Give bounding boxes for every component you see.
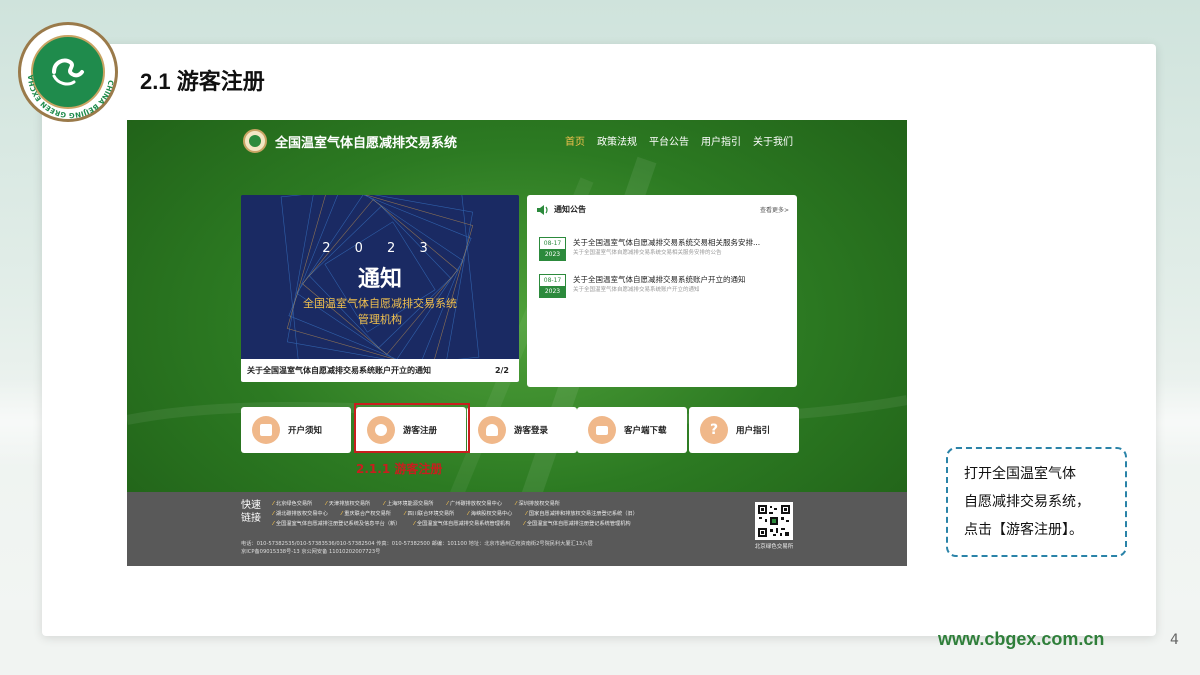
banner-heading: 通知 [357, 267, 402, 292]
nav-about[interactable]: 关于我们 [753, 133, 793, 148]
logo-ring-text: CHINA BEIJING GREEN EXCHANGE [21, 25, 115, 119]
footer-link[interactable]: ⁄ 上海环境能源交易所 [384, 501, 440, 507]
news-banner[interactable]: 2 0 2 3 通知 全国温室气体自愿减排交易系统 管理机构 关于全国温室气体自… [241, 195, 519, 382]
guest-login-button[interactable]: 游客登录 [467, 407, 577, 453]
notice-date: 08-17 2023 [539, 274, 566, 298]
highlight-box [354, 403, 470, 453]
notice-panel: 通知公告 查看更多> 08-17 2023 关于全国温室气体自愿减排交易系统交易… [527, 195, 797, 387]
site-title[interactable]: 全国温室气体自愿减排交易系统 [275, 132, 457, 151]
qr-code-icon [755, 502, 793, 540]
client-download-button[interactable]: 客户端下载 [577, 407, 687, 453]
notice-date: 08-17 2023 [539, 237, 566, 261]
website-url: www.cbgex.com.cn [938, 629, 1105, 649]
banner-caption[interactable]: 关于全国温室气体自愿减排交易系统账户开立的通知 2/2 [241, 359, 519, 382]
button-label: 用户指引 [736, 426, 771, 436]
notice-item[interactable]: 08-17 2023 关于全国温室气体自愿减排交易系统账户开立的通知 关于全国温… [539, 274, 789, 298]
notice-title: 通知公告 [554, 205, 586, 214]
footer-link[interactable]: ⁄ 湖北碳排放权交易中心 [273, 511, 334, 517]
footer-link[interactable]: ⁄ 全国温室气体自愿减排交易系统管理机构 [414, 521, 516, 527]
callout-line: 点击【游客注册】。 [964, 522, 1083, 538]
logo-ring-icon: CHINA BEIJING GREEN EXCHANGE [21, 25, 115, 119]
user-guide-button[interactable]: ? 用户指引 [689, 407, 799, 453]
footer-link[interactable]: ⁄ 重庆联合产权交易所 [341, 511, 397, 517]
footer-link[interactable]: ⁄ 广州碳排放权交易中心 [447, 501, 508, 507]
page-number: 4 [1170, 632, 1179, 648]
site-footer: 快速链接 ⁄ 北京绿色交易所 ⁄ 天津排放权交易所 ⁄ 上海环境能源交易所 ⁄ 广州碳排… [127, 492, 907, 566]
footer-links-row: ⁄ 北京绿色交易所 ⁄ 天津排放权交易所 ⁄ 上海环境能源交易所 ⁄ 广州碳排放权交易中… [273, 499, 753, 509]
notice-header: 通知公告 查看更多> [537, 204, 789, 215]
qr-label: 北京绿色交易所 [754, 544, 794, 550]
site-logo-icon[interactable] [243, 129, 267, 153]
button-label: 客户端下载 [624, 426, 667, 436]
callout-line: 自愿减排交易系统， [964, 494, 1090, 510]
footer-link[interactable]: ⁄ 深圳排放权交易所 [516, 501, 566, 507]
notice-item-title: 关于全国温室气体自愿减排交易系统账户开立的通知 [573, 275, 746, 284]
footer-links: ⁄ 北京绿色交易所 ⁄ 天津排放权交易所 ⁄ 上海环境能源交易所 ⁄ 广州碳排放权交易中… [273, 499, 753, 529]
footer-link[interactable]: ⁄ 四川联合环境交易所 [405, 511, 461, 517]
page-title: 2.1 游客注册 [140, 69, 265, 94]
button-label: 开户须知 [288, 426, 323, 436]
banner-year: 2 0 2 3 [322, 241, 438, 256]
monitor-icon [588, 416, 616, 444]
banner-subtitle: 全国温室气体自愿减排交易系统 [303, 297, 457, 310]
nav-announcements[interactable]: 平台公告 [649, 133, 689, 148]
notice-item[interactable]: 08-17 2023 关于全国温室气体自愿减排交易系统交易相关服务安排... 关… [539, 237, 789, 261]
notice-item-title: 关于全国温室气体自愿减排交易系统交易相关服务安排... [573, 238, 761, 247]
nav-policy[interactable]: 政策法规 [597, 133, 637, 148]
notice-more-link[interactable]: 查看更多> [760, 205, 789, 214]
notice-date-md: 08-17 [543, 277, 562, 284]
footer-links-row: ⁄ 湖北碳排放权交易中心 ⁄ 重庆联合产权交易所 ⁄ 四川联合环境交易所 ⁄ 海峡股权交… [273, 509, 753, 519]
nav-user-guide[interactable]: 用户指引 [701, 133, 741, 148]
notice-date-md: 08-17 [543, 240, 562, 247]
site-nav: 首页 政策法规 平台公告 用户指引 关于我们 [565, 133, 793, 148]
question-icon: ? [700, 416, 728, 444]
notice-item-summary: 关于全国温室气体自愿减排交易系统账户开立的通知 [573, 287, 700, 293]
footer-link[interactable]: ⁄ 国家自愿减排和排放权交易注册登记系统（旧） [526, 511, 644, 517]
nav-home[interactable]: 首页 [565, 133, 585, 148]
speaker-icon [537, 204, 548, 215]
svg-text:CHINA BEIJING GREEN EXCHANGE: CHINA BEIJING GREEN EXCHANGE [21, 25, 115, 119]
exchange-logo: CHINA BEIJING GREEN EXCHANGE [18, 22, 118, 122]
banner-caption-text: 关于全国温室气体自愿减排交易系统账户开立的通知 [247, 366, 431, 375]
footer-quick-links-title: 快速链接 [241, 500, 261, 524]
notice-date-year: 2023 [540, 286, 565, 297]
account-notice-button[interactable]: 开户须知 [241, 407, 351, 453]
footer-contact-line: 电话：010-57382535/010-57383536/010-5738250… [241, 541, 593, 547]
footer-link[interactable]: ⁄ 全国温室气体自愿减排注册登记系统及信息平台（新） [273, 521, 406, 527]
footer-link[interactable]: ⁄ 海峡股权交易中心 [468, 511, 518, 517]
document-icon [252, 416, 280, 444]
callout-line: 打开全国温室气体 [964, 466, 1076, 482]
footer-icp: 京ICP备09015338号-13 京公网安备 11010202007723号 [241, 549, 381, 555]
notice-title-wrap: 通知公告 [537, 204, 586, 215]
footer-contact: 电话：010-57382535/010-57383536/010-5738250… [241, 540, 761, 556]
footer-link[interactable]: ⁄ 全国温室气体自愿减排注册登记系统管理机构 [524, 521, 637, 527]
footer-links-row: ⁄ 全国温室气体自愿减排注册登记系统及信息平台（新） ⁄ 全国温室气体自愿减排交易系… [273, 519, 753, 529]
highlight-label: 2.1.1 游客注册 [356, 462, 443, 476]
footer-link[interactable]: ⁄ 天津排放权交易所 [326, 501, 376, 507]
button-label: 游客登录 [514, 426, 549, 436]
notice-date-year: 2023 [540, 249, 565, 260]
instruction-callout: 打开全国温室气体 自愿减排交易系统， 点击【游客注册】。 [946, 447, 1127, 557]
footer-link[interactable]: ⁄ 北京绿色交易所 [273, 501, 318, 507]
website-screenshot: 全国温室气体自愿减排交易系统 首页 政策法规 平台公告 用户指引 关于我们 2 … [127, 120, 907, 566]
users-icon [478, 416, 506, 444]
banner-pager: 2/2 [494, 366, 509, 375]
banner-subtitle-2: 管理机构 [358, 313, 402, 326]
notice-item-summary: 关于全国温室气体自愿减排交易系统交易相关服务安排的公告 [573, 250, 722, 256]
